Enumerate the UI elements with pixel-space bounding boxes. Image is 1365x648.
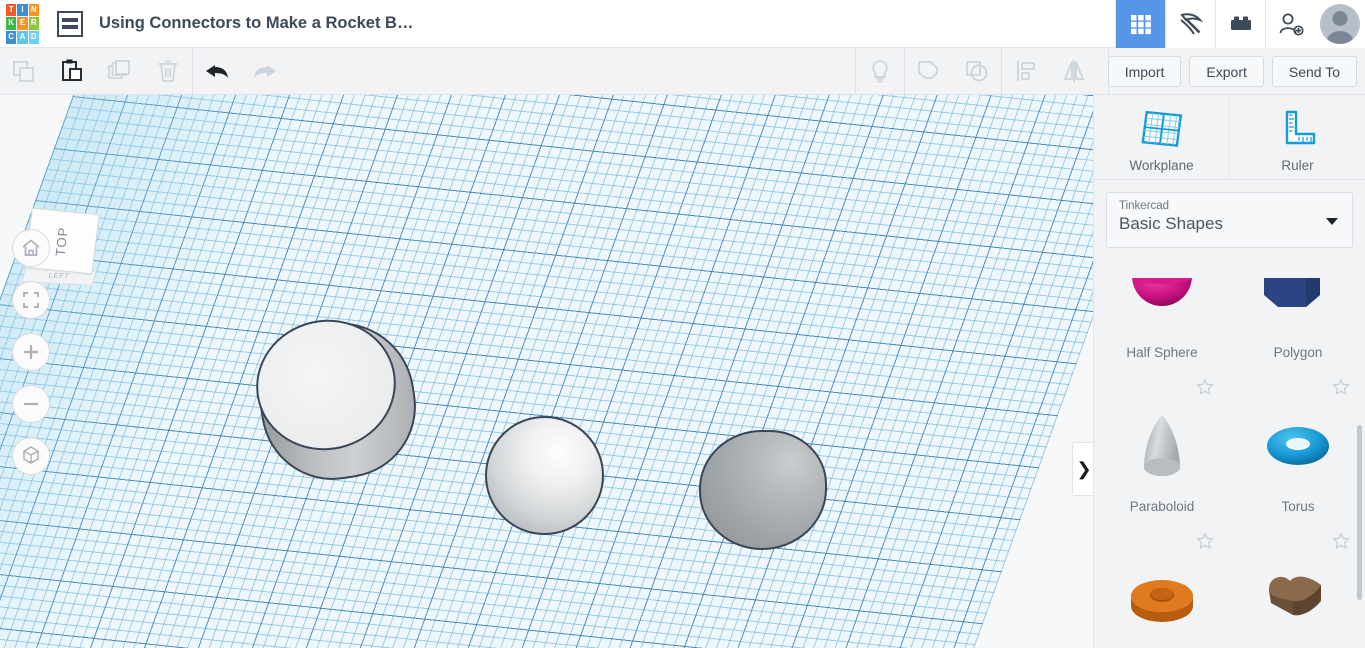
ruler-tool-label: Ruler [1281,157,1314,173]
avatar[interactable] [1315,0,1365,48]
home-view-icon[interactable] [12,229,50,267]
shape-label: Paraboloid [1129,499,1195,514]
library-group-label: Tinkercad [1119,200,1170,212]
paraboloid-icon [1123,407,1201,485]
logo-tile-t: T [6,3,17,17]
ruler-icon [1285,110,1315,144]
shape-item-tube[interactable]: Tube [1100,524,1224,648]
clipboard-group [0,48,192,95]
lightbulb-icon[interactable] [856,48,904,95]
panel-tools-row: Workplane Ruler [1094,95,1365,180]
tinkercad-logo[interactable]: TINKERCAD [6,3,39,44]
workplane-grid [0,95,1093,648]
logo-tile-e: E [17,17,28,30]
paraboloid-shape[interactable] [699,430,827,550]
torus-icon [1259,407,1337,485]
align-icon[interactable] [1002,48,1050,95]
tinkercad-app: TINKERCAD Using Connectors to Make a Roc… [0,0,1365,648]
paste-icon[interactable] [48,48,96,95]
library-selected-value: Basic Shapes [1119,214,1223,233]
grid-view-icon[interactable] [1115,0,1165,48]
shape-label: Torus [1281,499,1315,514]
half-sphere-icon [1123,278,1201,331]
copy-icon[interactable] [0,48,48,95]
shape-label: Polygon [1273,345,1323,360]
header-actions [1115,0,1365,48]
zoom-in-icon[interactable] [12,333,50,371]
main-toolbar: Import Export Send To [0,47,1365,95]
polygon-icon [1259,278,1337,331]
chevron-down-icon [1326,218,1338,225]
duplicate-icon[interactable] [96,48,144,95]
collapse-panel-button[interactable]: ❯ [1072,442,1093,496]
3d-workspace-canvas[interactable]: LEFT TOP ❯ [0,95,1093,648]
view-cube-top-label: TOP [52,225,72,257]
history-group [193,48,289,95]
tube-icon [1123,561,1201,639]
logo-tile-c: C [6,30,17,44]
list-menu-icon[interactable] [57,10,83,37]
shape-row: Tube [1094,524,1365,648]
lego-brick-icon[interactable] [1215,0,1265,48]
shapes-side-panel: Workplane Ruler Tinkercad Basic Shapes H… [1093,95,1365,648]
shape-row: Paraboloid Torus [1094,370,1365,524]
zoom-out-icon[interactable] [12,385,50,423]
shape-library-grid[interactable]: Half Sphere Polygon Paraboloid Torus [1094,278,1365,648]
favorite-star-icon[interactable] [1332,378,1350,396]
page-title: Using Connectors to Make a Rocket B… [99,14,414,32]
workplane-tool[interactable]: Workplane [1094,95,1229,179]
group-ops [905,48,1001,95]
shape-row: Half Sphere Polygon [1094,278,1365,370]
fit-to-view-icon[interactable] [12,281,50,319]
favorite-star-icon[interactable] [1332,532,1350,550]
shape-item-polygon[interactable]: Polygon [1236,278,1360,370]
shape-item-half-sphere[interactable]: Half Sphere [1100,278,1224,370]
shape-label: Half Sphere [1126,345,1198,360]
shape-item-heart[interactable]: Heart [1236,524,1360,648]
mirror-icon[interactable] [1050,48,1098,95]
pickaxe-icon[interactable] [1165,0,1215,48]
logo-tile-r: R [28,17,39,30]
heart-icon [1259,561,1337,639]
logo-tile-d: D [28,30,39,44]
logo-tile-a: A [17,30,28,44]
undo-icon[interactable] [193,48,241,95]
import-button[interactable]: Import [1107,56,1182,87]
ungroup-icon[interactable] [953,48,1001,95]
export-button[interactable]: Export [1189,56,1264,87]
workplane-edge-shading [0,95,1093,648]
favorite-star-icon[interactable] [1196,532,1214,550]
toolbar-actions: Import Export Send To [1107,48,1357,95]
sphere-shape[interactable] [485,416,604,535]
ruler-tool[interactable]: Ruler [1229,95,1365,179]
group-icon[interactable] [905,48,953,95]
redo-icon[interactable] [241,48,289,95]
shape-panel-scrollbar[interactable] [1357,425,1362,600]
favorite-star-icon[interactable] [1196,378,1214,396]
delete-icon[interactable] [144,48,192,95]
logo-tile-k: K [6,17,17,30]
add-user-icon[interactable] [1265,0,1315,48]
align-ops [1002,48,1098,95]
workplane-tool-label: Workplane [1129,157,1194,173]
shape-item-paraboloid[interactable]: Paraboloid [1100,370,1224,524]
logo-tile-i: I [17,3,28,17]
workplane-icon [1140,110,1182,147]
shape-item-torus[interactable]: Torus [1236,370,1360,524]
app-header: TINKERCAD Using Connectors to Make a Roc… [0,0,1365,48]
logo-tile-n: N [28,3,39,17]
send-to-button[interactable]: Send To [1271,56,1357,87]
view-cube-front-label: LEFT [47,272,71,281]
perspective-toggle-icon[interactable] [12,437,50,475]
shape-library-dropdown[interactable]: Tinkercad Basic Shapes [1106,192,1353,248]
hint-group [856,48,904,95]
